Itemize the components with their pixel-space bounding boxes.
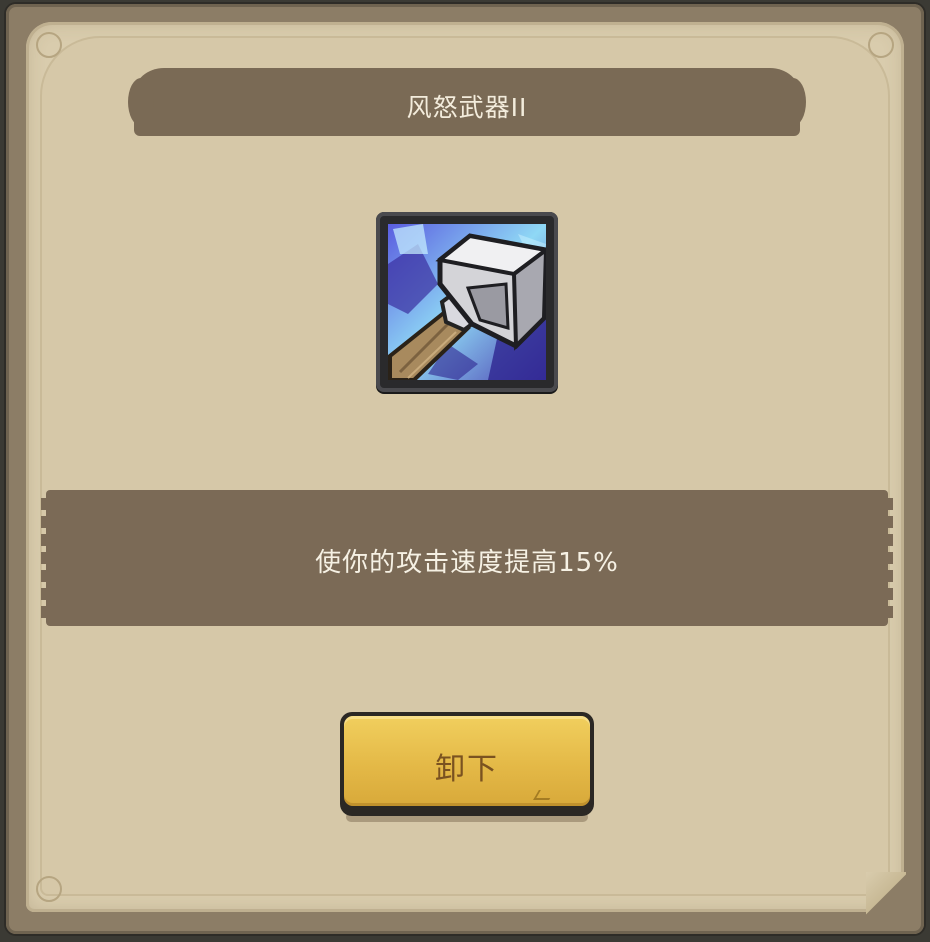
corner-ornament xyxy=(868,32,894,58)
unequip-button-face[interactable]: 卸下 xyxy=(344,716,590,806)
description-band: 使你的攻击速度提高15% xyxy=(41,490,893,626)
item-description: 使你的攻击速度提高15% xyxy=(315,548,619,578)
corner-ornament xyxy=(36,876,62,902)
page-curl-decoration xyxy=(866,872,906,916)
title-banner: 风怒武器II xyxy=(128,68,806,136)
unequip-button[interactable]: 卸下 xyxy=(340,712,594,816)
hammer-icon xyxy=(376,212,558,392)
hammer-icon-art xyxy=(388,224,546,380)
unequip-button-label: 卸下 xyxy=(435,752,499,787)
game-screen: 风怒武器II 使你的攻击速度提高15% 卸下 xyxy=(0,0,930,942)
item-title: 风怒武器II xyxy=(406,93,528,122)
corner-ornament xyxy=(36,32,62,58)
